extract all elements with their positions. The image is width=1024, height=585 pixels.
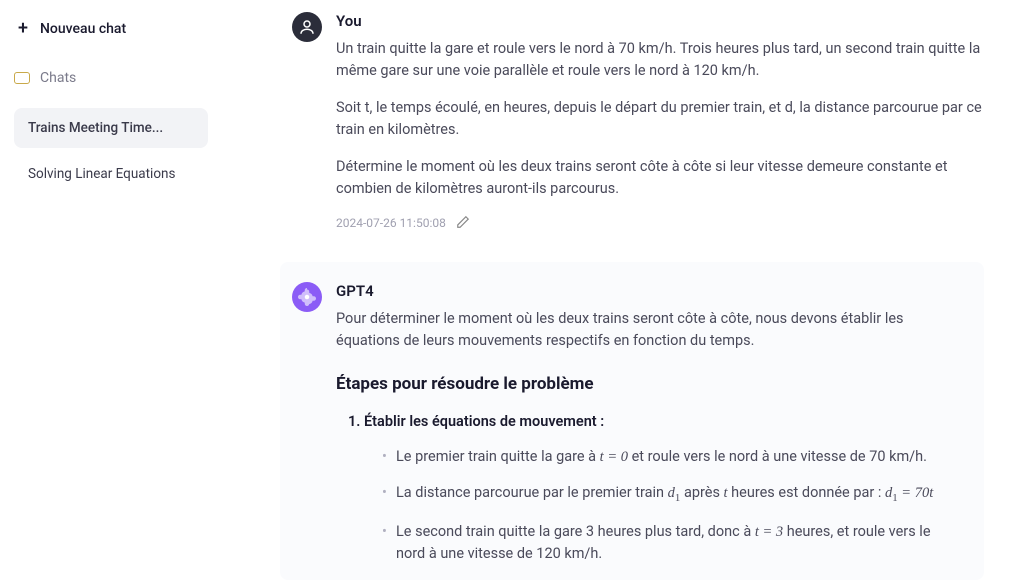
assistant-message: GPT4 Pour déterminer le moment où les de… [280,262,984,580]
assistant-message-content: GPT4 Pour déterminer le moment où les de… [336,282,960,580]
chat-item-linear-equations[interactable]: Solving Linear Equations [14,154,208,194]
math-expr: t = 3 [755,524,783,540]
assistant-steps-list: Établir les équations de mouvement : Le … [336,411,960,566]
assistant-message-body: Pour déterminer le moment où les deux tr… [336,308,960,566]
assistant-name: GPT4 [336,282,960,300]
chats-label: Chats [40,70,76,86]
user-paragraph: Un train quitte la gare et roule vers le… [336,38,984,83]
bullet-item: Le second train quitte la gare 3 heures … [382,521,960,566]
chat-item-trains[interactable]: Trains Meeting Time... [14,108,208,148]
assistant-bullets: Le premier train quitte la gare à t = 0 … [364,446,960,566]
new-chat-label: Nouveau chat [40,21,126,37]
message-meta: 2024-07-26 11:50:08 [336,215,984,232]
edit-icon[interactable] [456,215,470,232]
math-expr: t = 0 [600,449,628,465]
user-message: You Un train quitte la gare et roule ver… [292,12,984,232]
assistant-avatar [292,282,322,312]
new-chat-button[interactable]: + Nouveau chat [0,14,222,44]
user-message-body: Un train quitte la gare et roule vers le… [336,38,984,201]
message-timestamp: 2024-07-26 11:50:08 [336,216,446,230]
user-paragraph: Détermine le moment où les deux trains s… [336,156,984,201]
assistant-step-1: Établir les équations de mouvement : Le … [364,411,960,566]
chats-section-header[interactable]: Chats [0,64,222,92]
math-expr: d1 [668,485,681,501]
plus-icon: + [18,20,28,38]
step-title: Établir les équations de mouvement : [364,413,604,430]
assistant-intro: Pour déterminer le moment où les deux tr… [336,308,960,353]
user-paragraph: Soit t, le temps écoulé, en heures, depu… [336,97,984,142]
math-expr: d1 = 70t [885,485,933,501]
user-message-content: You Un train quitte la gare et roule ver… [336,12,984,232]
assistant-section-heading: Étapes pour résoudre le problème [336,371,960,397]
chat-icon [14,72,30,84]
chat-list: Trains Meeting Time... Solving Linear Eq… [0,108,222,194]
bullet-item: La distance parcourue par le premier tra… [382,482,960,507]
user-avatar [292,12,322,42]
bullet-item: Le premier train quitte la gare à t = 0 … [382,446,960,468]
sidebar: + Nouveau chat Chats Trains Meeting Time… [0,0,222,585]
main-content: You Un train quitte la gare et roule ver… [222,0,1024,585]
user-name: You [336,12,984,30]
